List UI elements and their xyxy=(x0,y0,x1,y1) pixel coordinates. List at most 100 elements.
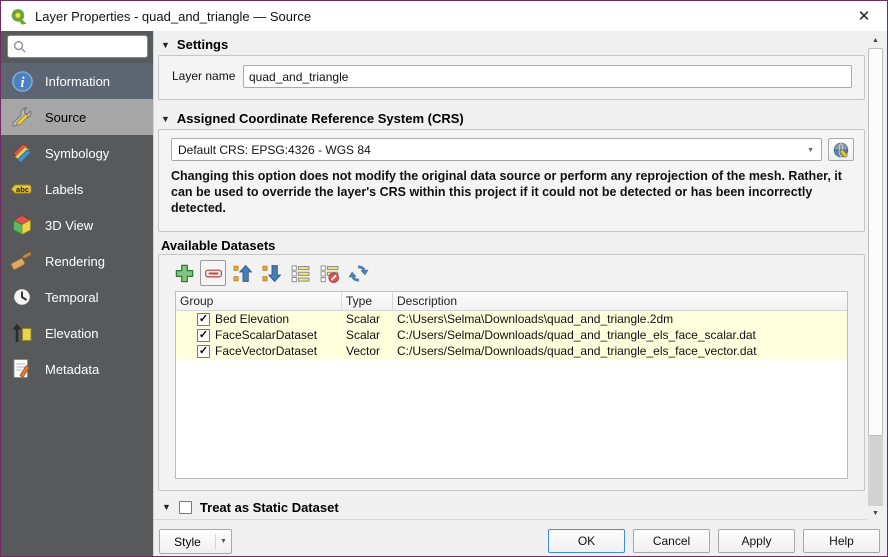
source-icon xyxy=(10,105,34,129)
dataset-type: Vector xyxy=(342,344,393,358)
datasets-table: Group Type Description ✓ Bed Elevation Sca… xyxy=(175,291,848,479)
svg-text:abc: abc xyxy=(16,185,29,194)
crs-section-header[interactable]: ▼ Assigned Coordinate Reference System (… xyxy=(161,111,464,126)
scrollbar-track[interactable] xyxy=(868,436,883,506)
sidebar-item-information[interactable]: iInformation xyxy=(1,63,153,99)
deselect-all-button[interactable] xyxy=(316,260,342,286)
sidebar-item-label: Source xyxy=(45,110,86,125)
sidebar-item-labels[interactable]: abcLabels xyxy=(1,171,153,207)
add-icon xyxy=(174,263,195,284)
scroll-down-icon[interactable]: ▼ xyxy=(867,506,884,521)
svg-text:i: i xyxy=(20,74,24,90)
settings-group-box: Layer name quad_and_triangle xyxy=(158,55,865,100)
sidebar-nav: iInformation Source Symbology abcLabels 3D V… xyxy=(1,63,153,387)
datasets-toolbar xyxy=(171,260,371,286)
search-icon xyxy=(13,40,26,53)
dataset-checkbox[interactable]: ✓ xyxy=(197,345,210,358)
dataset-description: C:/Users/Selma/Downloads/quad_and_triang… xyxy=(393,328,847,342)
ok-button[interactable]: OK xyxy=(548,529,625,553)
dataset-group-name: Bed Elevation xyxy=(215,312,289,326)
layer-name-label: Layer name xyxy=(172,69,235,83)
window-title: Layer Properties - quad_and_triangle — S… xyxy=(35,9,311,24)
datasets-section-label: Available Datasets xyxy=(161,238,275,253)
cancel-button[interactable]: Cancel xyxy=(633,529,710,553)
select-all-icon xyxy=(290,263,311,284)
sidebar-item-3d-view[interactable]: 3D View xyxy=(1,207,153,243)
dataset-description: C:/Users/Selma/Downloads/quad_and_triang… xyxy=(393,344,847,358)
static-dataset-label: Treat as Static Dataset xyxy=(200,500,339,515)
deselect-all-icon xyxy=(319,263,340,284)
sidebar-item-symbology[interactable]: Symbology xyxy=(1,135,153,171)
crs-globe-icon xyxy=(832,141,850,159)
title-bar[interactable]: Layer Properties - quad_and_triangle — S… xyxy=(1,1,887,31)
layer-properties-dialog: Layer Properties - quad_and_triangle — S… xyxy=(0,0,888,557)
scroll-up-icon[interactable]: ▲ xyxy=(867,33,884,48)
refresh-icon xyxy=(348,263,369,284)
collapse-triangle-icon[interactable]: ▼ xyxy=(161,114,170,124)
crs-warning-text: Changing this option does not modify the… xyxy=(171,168,854,216)
close-icon[interactable]: ✕ xyxy=(853,5,875,27)
select-crs-button[interactable] xyxy=(828,138,854,161)
reload-button[interactable] xyxy=(345,260,371,286)
vertical-scrollbar[interactable]: ▲ ▼ xyxy=(867,33,884,521)
sidebar-item-label: Rendering xyxy=(45,254,105,269)
source-tab-content: ▼ Settings Layer name quad_and_triangle … xyxy=(153,31,887,556)
static-dataset-section-header[interactable]: ▼ Treat as Static Dataset xyxy=(154,495,867,520)
crs-group-box: Default CRS: EPSG:4326 - WGS 84 ▼ Changi… xyxy=(158,129,865,232)
datasets-section-header: Available Datasets xyxy=(161,238,275,253)
datasets-table-header: Group Type Description xyxy=(176,292,847,311)
apply-button[interactable]: Apply xyxy=(718,529,795,553)
dataset-type: Scalar xyxy=(342,328,393,342)
collapse-all-button[interactable] xyxy=(229,260,255,286)
sidebar-item-label: Symbology xyxy=(45,146,109,161)
sidebar-item-metadata[interactable]: Metadata xyxy=(1,351,153,387)
sidebar-item-temporal[interactable]: Temporal xyxy=(1,279,153,315)
chevron-down-icon: ▼ xyxy=(215,534,231,549)
style-button[interactable]: Style ▼ xyxy=(159,529,232,554)
dataset-group-name: FaceVectorDataset xyxy=(215,344,317,358)
expand-all-button[interactable] xyxy=(258,260,284,286)
sidebar-item-label: Metadata xyxy=(45,362,99,377)
qgis-logo-icon xyxy=(9,7,28,26)
sidebar-item-elevation[interactable]: Elevation xyxy=(1,315,153,351)
datasets-table-body: ✓Bed ElevationScalarC:\Users\Selma\Downl… xyxy=(176,311,847,359)
column-header-type[interactable]: Type xyxy=(342,292,393,310)
sidebar-item-label: Elevation xyxy=(45,326,98,341)
scrollbar-thumb[interactable] xyxy=(868,48,883,436)
remove-dataset-button[interactable] xyxy=(200,260,226,286)
dataset-group-name: FaceScalarDataset xyxy=(215,328,317,342)
style-button-label: Style xyxy=(160,535,215,549)
sidebar-item-rendering[interactable]: Rendering xyxy=(1,243,153,279)
sidebar-search-input[interactable] xyxy=(7,35,148,58)
help-button[interactable]: Help xyxy=(803,529,880,553)
arrow-up-icon xyxy=(232,263,253,284)
select-all-button[interactable] xyxy=(287,260,313,286)
dialog-button-box: Style ▼ OK Cancel Apply Help xyxy=(154,525,887,557)
add-dataset-button[interactable] xyxy=(171,260,197,286)
sidebar: iInformation Source Symbology abcLabels 3D V… xyxy=(1,31,153,556)
layer-name-input[interactable]: quad_and_triangle xyxy=(243,65,852,88)
temporal-icon xyxy=(10,285,34,309)
column-header-description[interactable]: Description xyxy=(393,292,847,310)
column-header-group[interactable]: Group xyxy=(176,292,342,310)
crs-selected-value: Default CRS: EPSG:4326 - WGS 84 xyxy=(178,143,371,157)
elevation-icon xyxy=(10,321,34,345)
dataset-row[interactable]: ✓ FaceScalarDataset ScalarC:/Users/Selma/D… xyxy=(176,327,847,343)
dataset-row[interactable]: ✓Bed ElevationScalarC:\Users\Selma\Downl… xyxy=(176,311,847,327)
sidebar-item-label: 3D View xyxy=(45,218,93,233)
collapse-triangle-icon[interactable]: ▼ xyxy=(162,502,171,512)
dataset-row[interactable]: ✓ FaceVectorDataset VectorC:/Users/Selma/D… xyxy=(176,343,847,359)
static-dataset-checkbox[interactable] xyxy=(179,501,192,514)
3d-view-icon xyxy=(10,213,34,237)
remove-icon xyxy=(203,263,224,284)
rendering-icon xyxy=(10,249,34,273)
dataset-type: Scalar xyxy=(342,312,393,326)
dataset-checkbox[interactable]: ✓ xyxy=(197,313,210,326)
dataset-checkbox[interactable]: ✓ xyxy=(197,329,210,342)
settings-section-header[interactable]: ▼ Settings xyxy=(161,37,228,52)
information-icon: i xyxy=(10,69,34,93)
crs-select[interactable]: Default CRS: EPSG:4326 - WGS 84 ▼ xyxy=(171,138,822,161)
sidebar-item-source[interactable]: Source xyxy=(1,99,153,135)
chevron-down-icon: ▼ xyxy=(807,147,814,154)
collapse-triangle-icon[interactable]: ▼ xyxy=(161,40,170,50)
